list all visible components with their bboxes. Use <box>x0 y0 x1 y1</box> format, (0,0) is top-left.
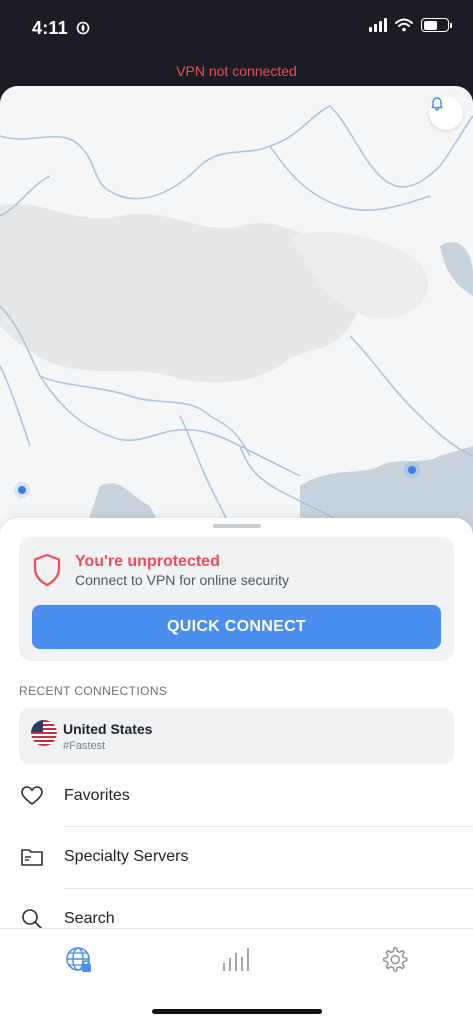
protection-title: You're unprotected <box>75 553 220 570</box>
recent-country-sub: #Fastest <box>63 740 106 752</box>
bell-icon <box>431 97 443 111</box>
map-graphic <box>0 86 473 546</box>
tab-bar <box>0 928 473 1024</box>
stats-bars-icon <box>223 948 249 971</box>
tab-statistics[interactable] <box>219 943 253 977</box>
us-flag-icon <box>31 720 57 746</box>
recent-connection-item[interactable]: United States #Fastest <box>19 708 454 764</box>
quick-connect-button[interactable]: QUICK CONNECT <box>32 605 441 649</box>
protection-status-card: You're unprotected Connect to VPN for on… <box>19 537 454 661</box>
recent-connections-label: RECENT CONNECTIONS <box>19 684 168 698</box>
shield-icon <box>33 553 61 587</box>
home-indicator <box>151 1009 322 1014</box>
folder-icon <box>21 849 43 866</box>
protection-subtitle: Connect to VPN for online security <box>75 572 289 588</box>
globe-lock-icon <box>66 947 91 972</box>
wifi-icon <box>395 18 413 32</box>
vpn-status-text: VPN not connected <box>176 63 297 79</box>
status-time: 4:11 <box>32 18 90 39</box>
gear-icon <box>383 947 408 972</box>
menu-item-label: Favorites <box>64 787 130 804</box>
menu-item-favorites[interactable]: Favorites <box>0 766 473 826</box>
battery-icon <box>421 18 452 32</box>
menu-item-specialty-servers[interactable]: Specialty Servers <box>0 827 473 887</box>
sheet-drag-handle[interactable] <box>212 524 261 528</box>
menu-item-label: Search <box>64 910 115 927</box>
focus-moon-icon <box>76 21 90 35</box>
notifications-button[interactable] <box>429 96 463 130</box>
status-time-text: 4:11 <box>32 18 68 38</box>
status-bar: 4:11 <box>0 0 473 56</box>
status-indicators <box>369 18 452 32</box>
server-map[interactable] <box>0 86 473 546</box>
heart-icon <box>21 786 43 805</box>
menu-item-label: Specialty Servers <box>64 848 189 865</box>
tab-home-globe[interactable] <box>62 943 96 977</box>
recent-country-name: United States <box>63 721 153 737</box>
cellular-signal-icon <box>369 18 387 32</box>
tab-settings[interactable] <box>377 943 411 977</box>
